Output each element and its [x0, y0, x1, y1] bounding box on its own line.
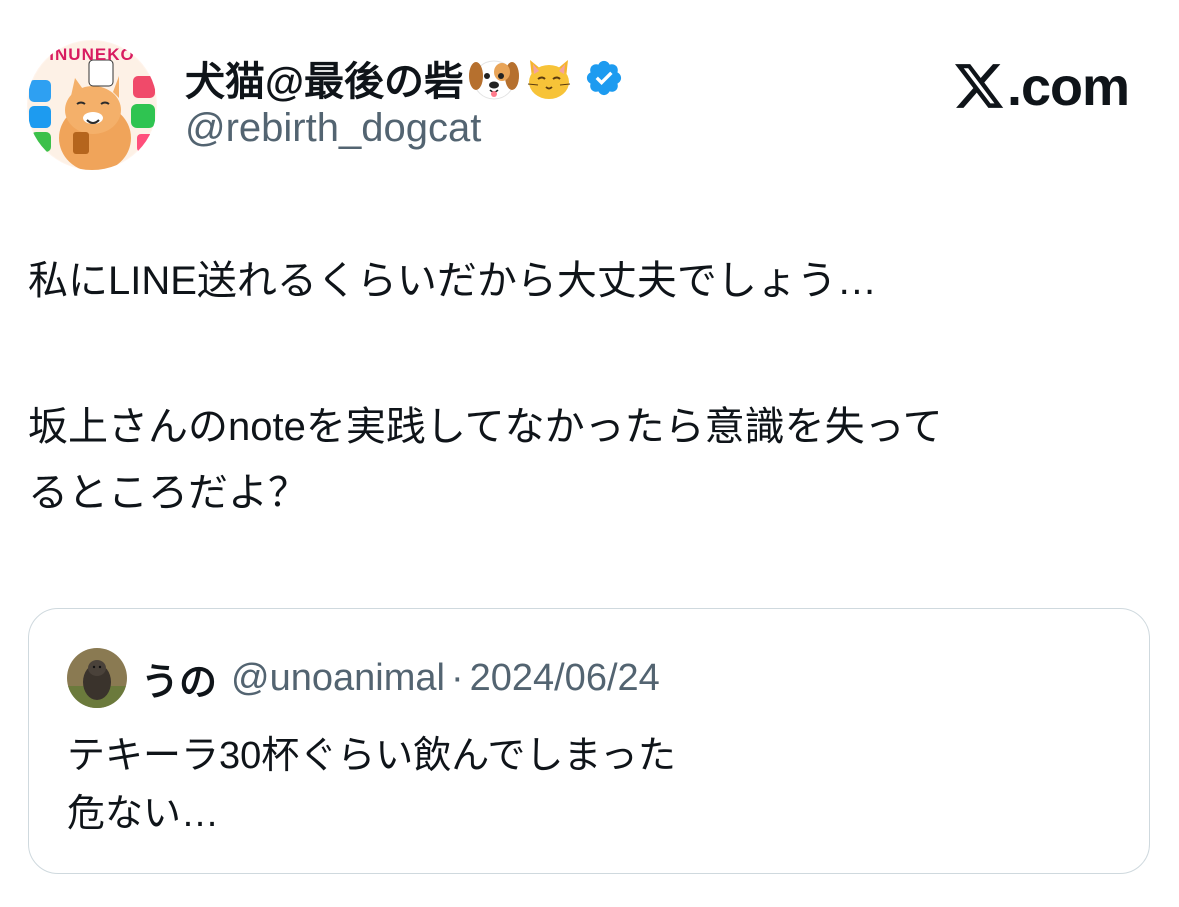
- x-com-brand: .com: [954, 55, 1130, 119]
- cat-face-icon: [524, 54, 574, 102]
- quoted-author-handle[interactable]: @unoanimal: [231, 657, 445, 700]
- author-handle[interactable]: @rebirth_dogcat: [185, 106, 481, 151]
- brand-label: .com: [1006, 57, 1130, 117]
- quoted-author-avatar[interactable]: [67, 648, 127, 708]
- svg-text:INUNEKO: INUNEKO: [49, 45, 134, 64]
- quoted-tweet-line: テキーラ30杯ぐらい飲んでしまった: [67, 735, 676, 777]
- tweet-body: 私にLINE送れるくらいだから大丈夫でしょう… 坂上さんのnoteを実践してなか…: [28, 248, 1153, 526]
- dog-face-icon: [468, 54, 520, 102]
- tweet-text-line: 私にLINE送れるくらいだから大丈夫でしょう…: [28, 259, 877, 303]
- quoted-author-name[interactable]: うの: [141, 651, 217, 706]
- quoted-tweet-card[interactable]: うの @unoanimal · 2024/06/24 テキーラ30杯ぐらい飲んで…: [28, 608, 1150, 874]
- tweet-screenshot: INUNEKO 犬猫@最後の砦 @rebirth_dogcat .com 私にL…: [0, 0, 1179, 907]
- author-name-row: 犬猫@最後の砦: [185, 50, 624, 106]
- quoted-tweet-date[interactable]: 2024/06/24: [470, 657, 660, 700]
- author-avatar[interactable]: INUNEKO: [27, 40, 157, 170]
- quoted-tweet-body: テキーラ30杯ぐらい飲んでしまった 危ない…: [67, 727, 676, 843]
- x-logo-icon: [954, 64, 1004, 108]
- quoted-tweet-line: 危ない…: [67, 793, 220, 835]
- tweet-text-line: 坂上さんのnoteを実践してなかったら意識を失って: [28, 405, 943, 449]
- separator-dot: ·: [450, 656, 464, 699]
- verified-badge-icon[interactable]: [584, 58, 624, 98]
- tweet-text-line: るところだよ？: [28, 471, 308, 515]
- author-display-name[interactable]: 犬猫@最後の砦: [185, 49, 464, 107]
- quoted-tweet-header: うの @unoanimal · 2024/06/24: [67, 647, 660, 709]
